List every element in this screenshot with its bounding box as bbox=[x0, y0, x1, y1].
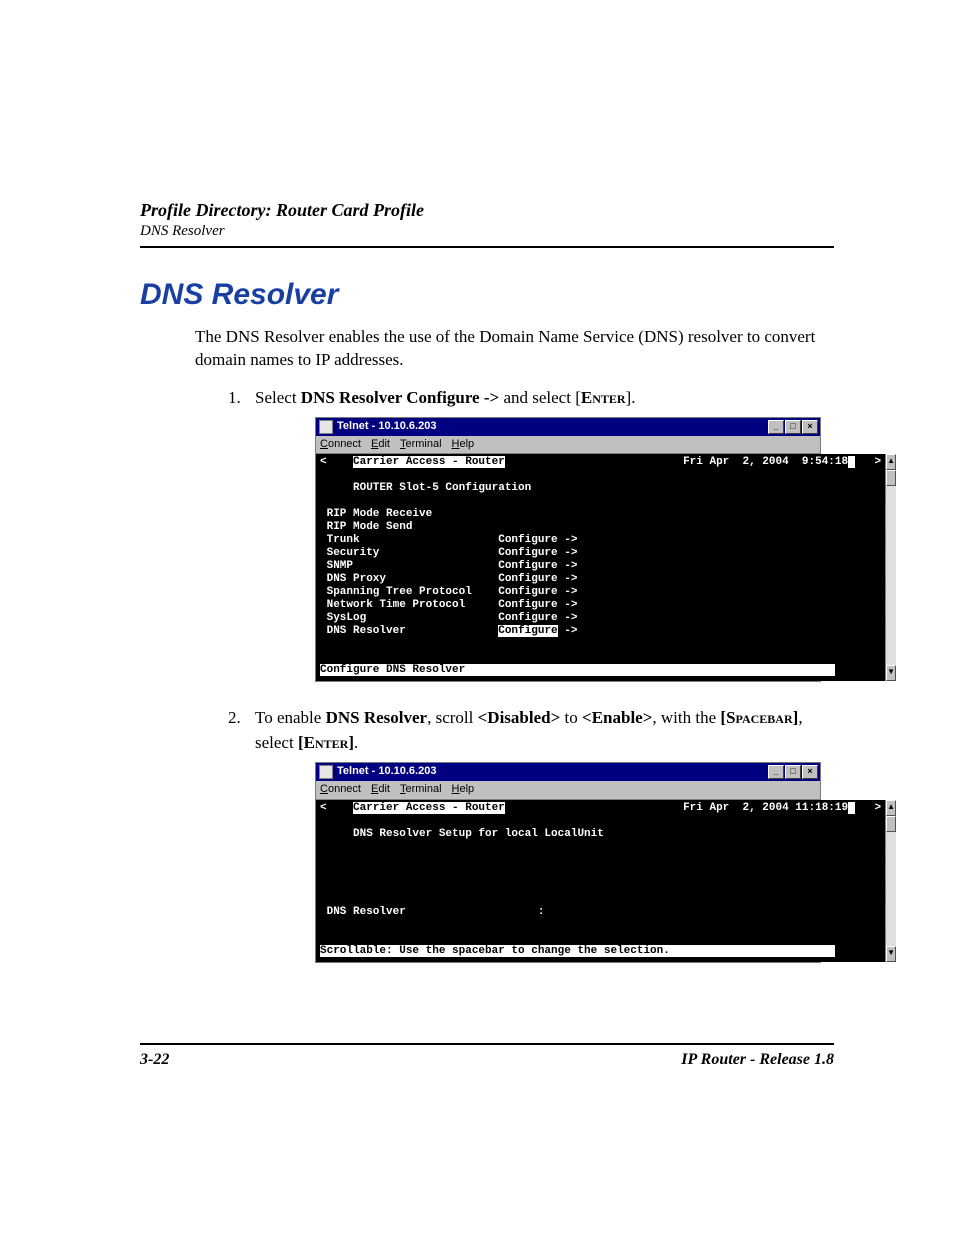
step2-key1: Spacebar bbox=[726, 708, 793, 727]
scroll-up-icon[interactable]: ▲ bbox=[886, 800, 896, 816]
titlebar[interactable]: Telnet - 10.10.6.203 _ □ × bbox=[316, 418, 820, 436]
step2-key2: Enter bbox=[304, 733, 349, 752]
terminal-output[interactable]: < Carrier Access - Router Fri Apr 2, 200… bbox=[316, 800, 885, 962]
app-icon bbox=[319, 765, 333, 779]
step2-t2: , scroll bbox=[427, 708, 478, 727]
scroll-track[interactable] bbox=[886, 486, 896, 665]
menu-terminal[interactable]: Terminal bbox=[400, 437, 442, 453]
app-icon bbox=[319, 420, 333, 434]
scrollbar[interactable]: ▲ ▼ bbox=[885, 800, 896, 962]
page-header: Profile Directory: Router Card Profile D… bbox=[140, 200, 834, 248]
intro-paragraph: The DNS Resolver enables the use of the … bbox=[195, 326, 834, 372]
scroll-down-icon[interactable]: ▼ bbox=[886, 665, 896, 681]
document-page: Profile Directory: Router Card Profile D… bbox=[0, 0, 954, 1129]
menu-terminal[interactable]: Terminal bbox=[400, 782, 442, 798]
scroll-up-icon[interactable]: ▲ bbox=[886, 454, 896, 470]
body: The DNS Resolver enables the use of the … bbox=[195, 326, 834, 963]
menubar[interactable]: Connect Edit Terminal Help bbox=[316, 436, 820, 455]
scroll-thumb[interactable] bbox=[886, 470, 896, 486]
page-footer: 3-22 IP Router - Release 1.8 bbox=[140, 1043, 834, 1069]
close-button[interactable]: × bbox=[802, 420, 818, 434]
step-1: Select DNS Resolver Configure -> and sel… bbox=[245, 386, 834, 683]
page-number: 3-22 bbox=[140, 1051, 169, 1069]
step2-suffix: . bbox=[354, 733, 358, 752]
step2-t4: , with the bbox=[652, 708, 720, 727]
menu-help[interactable]: Help bbox=[452, 437, 475, 453]
menu-edit[interactable]: Edit bbox=[371, 437, 390, 453]
breadcrumb: Profile Directory: Router Card Profile bbox=[140, 200, 834, 221]
menubar[interactable]: Connect Edit Terminal Help bbox=[316, 781, 820, 800]
menu-connect[interactable]: Connect bbox=[320, 782, 361, 798]
scrollbar[interactable]: ▲ ▼ bbox=[885, 454, 896, 681]
page-title: DNS Resolver bbox=[140, 278, 834, 312]
telnet-window-2: Telnet - 10.10.6.203 _ □ × Connect Edit … bbox=[315, 762, 821, 963]
minimize-button[interactable]: _ bbox=[768, 420, 784, 434]
step2-t1: To enable bbox=[255, 708, 326, 727]
telnet-window-1: Telnet - 10.10.6.203 _ □ × Connect Edit … bbox=[315, 417, 821, 683]
step-2: To enable DNS Resolver, scroll <Disabled… bbox=[245, 706, 834, 962]
step1-text: Select bbox=[255, 388, 301, 407]
step1-mid: and select [ bbox=[499, 388, 581, 407]
scroll-thumb[interactable] bbox=[886, 816, 896, 832]
header-rule bbox=[140, 246, 834, 248]
step1-action: DNS Resolver Configure -> bbox=[301, 388, 499, 407]
titlebar[interactable]: Telnet - 10.10.6.203 _ □ × bbox=[316, 763, 820, 781]
minimize-button[interactable]: _ bbox=[768, 765, 784, 779]
terminal-output[interactable]: < Carrier Access - Router Fri Apr 2, 200… bbox=[316, 454, 885, 681]
close-button[interactable]: × bbox=[802, 765, 818, 779]
menu-connect[interactable]: Connect bbox=[320, 437, 361, 453]
step2-b2: <Disabled> bbox=[478, 708, 561, 727]
step1-suffix: ]. bbox=[626, 388, 636, 407]
step2-b3: <Enable> bbox=[582, 708, 652, 727]
header-subtitle: DNS Resolver bbox=[140, 223, 834, 240]
steps-list: Select DNS Resolver Configure -> and sel… bbox=[219, 386, 834, 963]
step2-t3: to bbox=[560, 708, 582, 727]
menu-edit[interactable]: Edit bbox=[371, 782, 390, 798]
step1-key: Enter bbox=[581, 388, 626, 407]
doc-id: IP Router - Release 1.8 bbox=[681, 1051, 834, 1069]
window-controls: _ □ × bbox=[768, 765, 818, 779]
menu-help[interactable]: Help bbox=[452, 782, 475, 798]
step2-b1: DNS Resolver bbox=[326, 708, 428, 727]
maximize-button[interactable]: □ bbox=[785, 420, 801, 434]
maximize-button[interactable]: □ bbox=[785, 765, 801, 779]
scroll-track[interactable] bbox=[886, 832, 896, 946]
window-title: Telnet - 10.10.6.203 bbox=[337, 419, 436, 435]
window-controls: _ □ × bbox=[768, 420, 818, 434]
window-title: Telnet - 10.10.6.203 bbox=[337, 764, 436, 780]
scroll-down-icon[interactable]: ▼ bbox=[886, 946, 896, 962]
